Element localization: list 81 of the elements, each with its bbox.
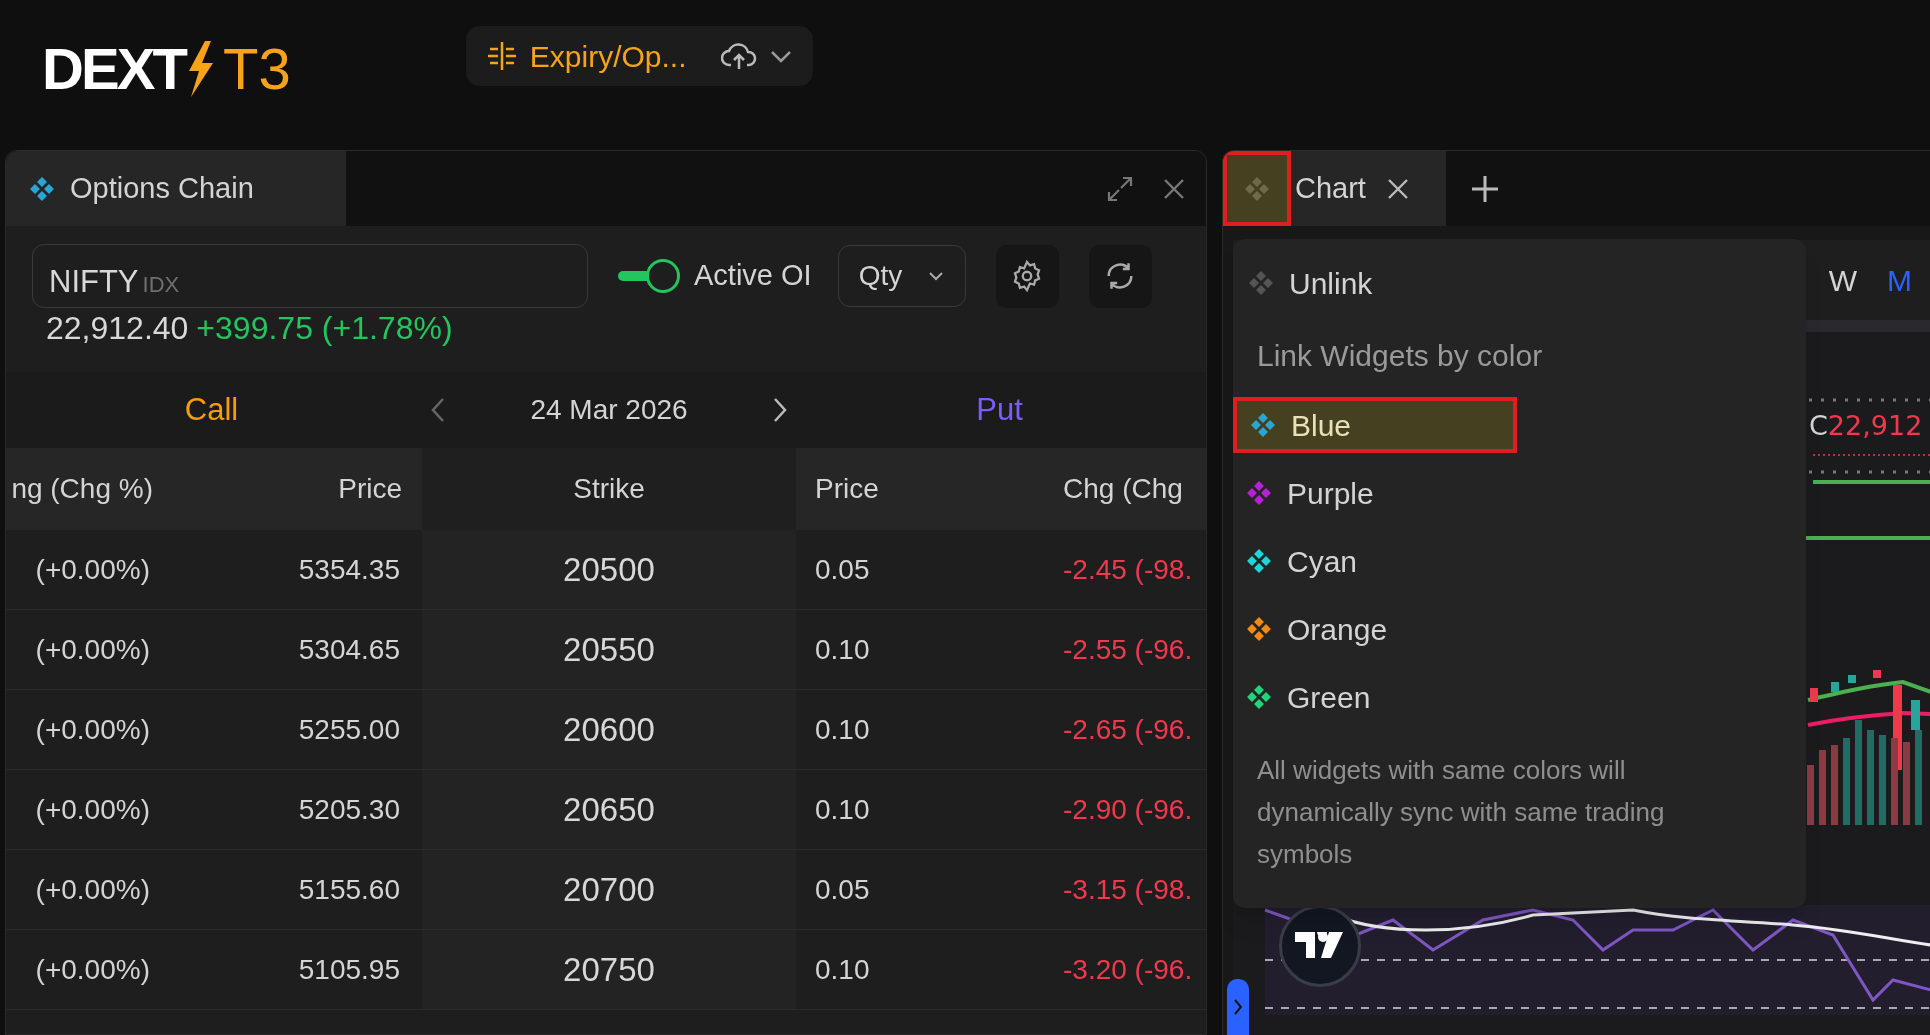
workspace-icon bbox=[485, 40, 518, 72]
strike-cell-text: 20500 bbox=[563, 549, 655, 590]
workspace-selector[interactable]: Expiry/Op... bbox=[465, 26, 813, 86]
strike-cell-text: 20550 bbox=[563, 629, 655, 670]
chevron-right-icon[interactable] bbox=[772, 397, 788, 423]
table-cell-text: 5304.65 bbox=[298, 632, 400, 667]
refresh-button[interactable] bbox=[1088, 244, 1152, 308]
table-cell-text: 0.05 bbox=[815, 872, 870, 907]
color-option[interactable]: Cyan bbox=[1233, 533, 1533, 589]
panel-title: Options Chain bbox=[70, 170, 254, 206]
link-color-icon bbox=[1245, 176, 1269, 201]
table-cell-text: -2.65 (-96. bbox=[1063, 712, 1194, 747]
color-option[interactable]: Orange bbox=[1233, 601, 1533, 657]
column-header: Price bbox=[815, 472, 880, 506]
chart-tab[interactable]: Chart bbox=[1223, 151, 1446, 226]
table-cell-text: (+0.00%) bbox=[35, 632, 150, 667]
settings-button[interactable] bbox=[995, 244, 1059, 308]
table-cell-text: (+0.00%) bbox=[35, 792, 150, 827]
table-cell-text: 5354.35 bbox=[298, 552, 400, 587]
expiry-date: 24 Mar 2026 bbox=[530, 393, 688, 427]
table-cell-text: (+0.00%) bbox=[35, 552, 150, 587]
index-price: 22,912.40 bbox=[46, 312, 189, 344]
expand-icon[interactable] bbox=[1106, 174, 1134, 203]
timeframe-button[interactable]: W bbox=[1828, 257, 1857, 303]
strike-cell-text: 20750 bbox=[563, 949, 655, 990]
active-oi-toggle[interactable] bbox=[618, 258, 680, 294]
chevron-down-icon bbox=[926, 270, 945, 282]
upload-cloud-icon bbox=[720, 41, 757, 71]
strike-cell-text: 20600 bbox=[563, 709, 655, 750]
table-cell-text: 5205.30 bbox=[298, 792, 400, 827]
table-cell-text: 5105.95 bbox=[298, 952, 400, 987]
tab-title: Chart bbox=[1295, 170, 1366, 206]
put-label: Put bbox=[976, 390, 1023, 429]
close-icon[interactable] bbox=[1162, 176, 1186, 201]
column-header: ng (Chg %) bbox=[11, 472, 153, 506]
column-header: Chg (Chg bbox=[1063, 472, 1184, 506]
table-cell-text: -2.55 (-96. bbox=[1063, 632, 1194, 667]
unlink-option[interactable]: Unlink bbox=[1233, 247, 1806, 319]
close-label: C bbox=[1809, 409, 1828, 443]
chevron-right-icon bbox=[1234, 999, 1242, 1015]
strike-cell-text: 20650 bbox=[563, 789, 655, 830]
table-cell-text: 0.10 bbox=[815, 952, 870, 987]
add-tab-icon[interactable] bbox=[1470, 173, 1500, 204]
table-cell-text: -3.20 (-96. bbox=[1063, 952, 1194, 987]
menu-heading: Link Widgets by color bbox=[1256, 337, 1544, 374]
symbol-search-field[interactable]: NIFTY IDX bbox=[32, 244, 588, 308]
color-option[interactable]: Purple bbox=[1233, 465, 1533, 521]
strike-cell-text: 20700 bbox=[563, 869, 655, 910]
table-cell-text: 0.10 bbox=[815, 712, 870, 747]
side-panel-handle[interactable] bbox=[1227, 979, 1249, 1035]
table-cell-text: -2.45 (-98. bbox=[1063, 552, 1194, 587]
options-chain-tab[interactable]: Options Chain bbox=[6, 151, 346, 226]
column-header: Price bbox=[338, 472, 402, 506]
qty-dropdown[interactable]: Qty bbox=[837, 245, 966, 307]
chevron-down-icon bbox=[768, 48, 793, 64]
index-change: +399.75 (+1.78%) bbox=[196, 312, 453, 344]
link-color-icon bbox=[30, 176, 54, 201]
logo-icon bbox=[1295, 932, 1345, 960]
table-cell-text: -2.90 (-96. bbox=[1063, 792, 1194, 827]
exchange-label: IDX bbox=[142, 271, 180, 299]
menu-note: All widgets with same colors will dynamically sync with same trading symbols bbox=[1256, 754, 1666, 871]
logo-text: DEXT bbox=[42, 36, 186, 103]
table-cell-text: 0.10 bbox=[815, 792, 870, 827]
toggle-label: Active OI bbox=[694, 258, 812, 294]
table-cell-text: 0.10 bbox=[815, 632, 870, 667]
unlink-icon bbox=[1249, 271, 1273, 295]
table-cell-text: 5155.60 bbox=[298, 872, 400, 907]
close-icon[interactable] bbox=[1385, 176, 1410, 201]
color-option[interactable]: Green bbox=[1233, 669, 1533, 725]
logo-suffix: T3 bbox=[223, 40, 291, 99]
table-cell-text: 0.05 bbox=[815, 552, 870, 587]
table-cell-text: -3.15 (-98. bbox=[1063, 872, 1194, 907]
chevron-left-icon[interactable] bbox=[430, 397, 446, 423]
close-value: 22,912 bbox=[1827, 409, 1923, 443]
table-cell-text: (+0.00%) bbox=[35, 712, 150, 747]
table-cell-text: 5255.00 bbox=[298, 712, 400, 747]
table-cell-text: (+0.00%) bbox=[35, 872, 150, 907]
column-header: Strike bbox=[573, 472, 645, 506]
color-option[interactable]: Blue bbox=[1233, 397, 1517, 453]
table-cell-text: (+0.00%) bbox=[35, 952, 150, 987]
call-label: Call bbox=[184, 390, 239, 429]
